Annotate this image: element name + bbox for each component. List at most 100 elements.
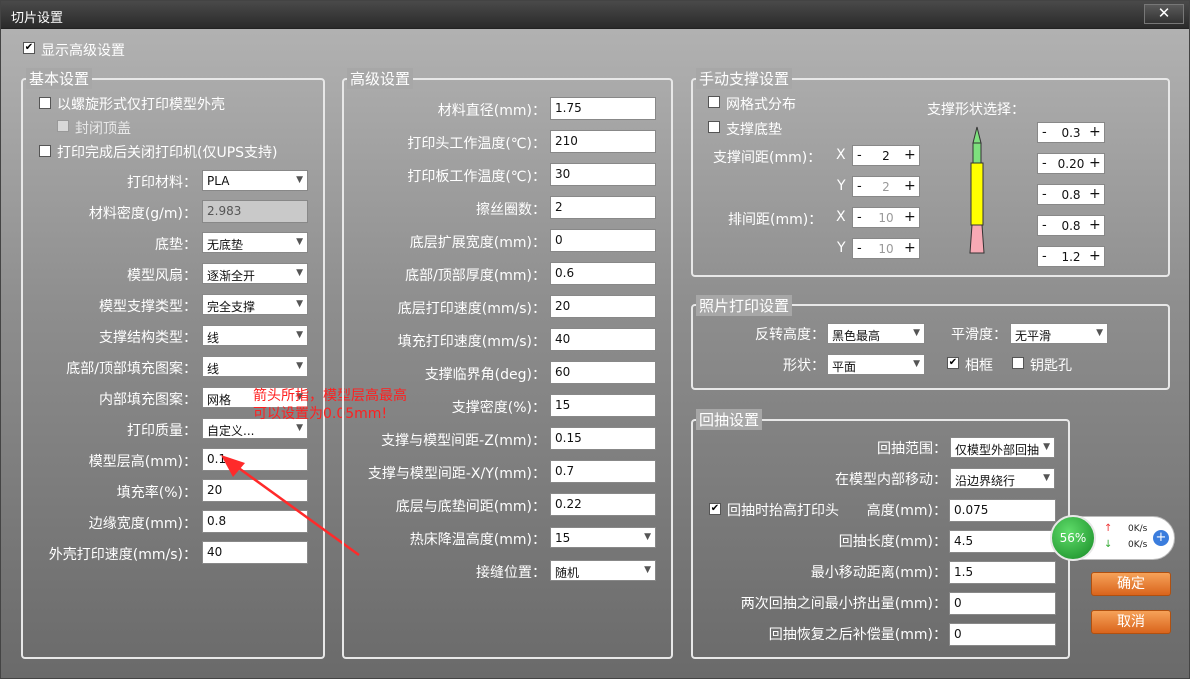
field-label: 接缝位置：: [476, 565, 546, 581]
field-select[interactable]: 线 ▼: [202, 325, 308, 346]
retract-length-label: 回抽长度(mm)：: [838, 534, 947, 550]
field-input[interactable]: 0: [550, 229, 656, 252]
chevron-down-icon: ▼: [1043, 442, 1050, 452]
cancel-button[interactable]: 取消: [1091, 610, 1171, 634]
support-spacing-label: 支撑间距(mm)：: [713, 150, 822, 166]
field-label: 底层扩展宽度(mm)：: [409, 235, 546, 251]
compensation-label: 回抽恢复之后补偿量(mm)：: [768, 627, 947, 643]
chevron-down-icon: ▼: [913, 359, 920, 369]
support-base-checkbox[interactable]: [708, 121, 720, 133]
download-arrow-icon: ↓: [1104, 539, 1113, 550]
field-select[interactable]: 完全支撑 ▼: [202, 294, 308, 315]
keyhole-checkbox[interactable]: [1012, 357, 1024, 369]
support-shape-stepper[interactable]: -0.8 +: [1037, 215, 1105, 236]
field-label: 材料直径(mm)：: [437, 103, 546, 119]
field-input[interactable]: 20: [550, 295, 656, 318]
field-label: 打印材料：: [127, 175, 197, 191]
row-x-stepper[interactable]: - 10 +: [852, 207, 920, 228]
field-input[interactable]: 2: [550, 196, 656, 219]
select-value: 平面: [832, 360, 857, 374]
grid-distribution-checkbox[interactable]: [708, 96, 720, 108]
support-shape-stepper[interactable]: -1.2 +: [1037, 246, 1105, 267]
increment-button[interactable]: +: [1089, 217, 1101, 233]
field-label: 填充打印速度(mm/s)：: [397, 334, 546, 350]
show-advanced-checkbox[interactable]: ✔: [23, 42, 35, 54]
compensation-input[interactable]: 0: [949, 623, 1056, 646]
field-input[interactable]: 0.15: [550, 427, 656, 450]
increment-button[interactable]: +: [904, 147, 916, 163]
field-select[interactable]: 线 ▼: [202, 356, 308, 377]
chevron-down-icon: ▼: [913, 328, 920, 338]
min-extrude-input[interactable]: 0: [949, 592, 1056, 615]
field-input[interactable]: 210: [550, 130, 656, 153]
increment-button[interactable]: +: [1089, 186, 1101, 202]
retract-range-select[interactable]: 仅模型外部回抽 ▼: [950, 437, 1055, 458]
increment-button[interactable]: +: [904, 209, 916, 225]
advanced-settings-title: 高级设置: [347, 68, 414, 89]
support-shape-stepper[interactable]: -0.20 +: [1037, 153, 1105, 174]
lift-head-checkbox[interactable]: ✔: [709, 503, 721, 515]
spacing-x-stepper[interactable]: - 2 +: [852, 145, 920, 166]
close-button[interactable]: ✕: [1144, 4, 1184, 24]
increment-button[interactable]: +: [904, 178, 916, 194]
field-label: 底垫：: [155, 237, 197, 253]
upload-arrow-icon: ↑: [1104, 523, 1113, 534]
close-top-checkbox[interactable]: [57, 120, 69, 132]
field-label: 支撑临界角(deg)：: [424, 367, 546, 383]
select-value: 自定义...: [207, 424, 255, 438]
support-base-label: 支撑底垫: [726, 122, 782, 138]
field-input[interactable]: 30: [550, 163, 656, 186]
spacing-y-label: Y: [837, 178, 846, 194]
inner-move-select[interactable]: 沿边界绕行 ▼: [950, 468, 1055, 489]
field-input[interactable]: 15: [550, 394, 656, 417]
select-value: 无底垫: [207, 238, 244, 252]
invert-height-select[interactable]: 黑色最高 ▼: [827, 323, 925, 344]
field-select[interactable]: 15 ▼: [550, 527, 656, 548]
increment-button[interactable]: +: [1089, 248, 1101, 264]
close-top-label: 封闭顶盖: [75, 121, 131, 137]
field-select[interactable]: PLA ▼: [202, 170, 308, 191]
frame-checkbox[interactable]: ✔: [947, 357, 959, 369]
network-percent-ball[interactable]: 56%: [1050, 515, 1096, 561]
spacing-y-stepper[interactable]: - 2 +: [852, 176, 920, 197]
field-label: 底层与底垫间距(mm)：: [395, 499, 546, 515]
field-input[interactable]: 1.75: [550, 97, 656, 120]
row-y-stepper[interactable]: - 10 +: [852, 238, 920, 259]
field-select[interactable]: 随机 ▼: [550, 560, 656, 581]
ok-button[interactable]: 确定: [1091, 572, 1171, 596]
field-label: 打印板工作温度(℃)：: [407, 169, 546, 185]
chevron-down-icon: ▼: [296, 330, 303, 340]
field-select[interactable]: 逐渐全开 ▼: [202, 263, 308, 284]
lift-height-input[interactable]: 0.075: [949, 499, 1056, 522]
spiral-checkbox[interactable]: [39, 97, 51, 109]
field-label: 热床降温高度(mm)：: [409, 532, 546, 548]
field-input[interactable]: 40: [550, 328, 656, 351]
select-value: 黑色最高: [832, 329, 881, 343]
manual-support-title: 手动支撑设置: [696, 68, 793, 89]
smoothness-select[interactable]: 无平滑 ▼: [1010, 323, 1108, 344]
keyhole-label: 钥匙孔: [1030, 358, 1072, 374]
field-input[interactable]: 0.6: [550, 262, 656, 285]
lift-head-label: 回抽时抬高打印头: [727, 503, 839, 519]
support-shape-stepper[interactable]: -0.3 +: [1037, 122, 1105, 143]
increment-button[interactable]: +: [1089, 124, 1101, 140]
field-label: 打印质量：: [127, 423, 197, 439]
grid-distribution-label: 网格式分布: [726, 97, 796, 113]
field-input[interactable]: 0.7: [550, 460, 656, 483]
select-value: 线: [207, 331, 220, 345]
field-input[interactable]: 60: [550, 361, 656, 384]
shutdown-checkbox[interactable]: [39, 145, 51, 157]
retract-length-input[interactable]: 4.5: [949, 530, 1056, 553]
field-select[interactable]: 无底垫 ▼: [202, 232, 308, 253]
field-label: 模型风扇：: [127, 268, 197, 284]
field-input[interactable]: 0.22: [550, 493, 656, 516]
min-move-input[interactable]: 1.5: [949, 561, 1056, 584]
shape-select[interactable]: 平面 ▼: [827, 354, 925, 375]
support-shape-stepper[interactable]: -0.8 +: [1037, 184, 1105, 205]
field-input[interactable]: 2.983: [202, 200, 308, 223]
select-value: 线: [207, 362, 220, 376]
increment-button[interactable]: +: [1089, 155, 1101, 171]
increment-button[interactable]: +: [904, 240, 916, 256]
select-value: 15: [555, 531, 571, 545]
plus-icon[interactable]: +: [1153, 530, 1169, 546]
